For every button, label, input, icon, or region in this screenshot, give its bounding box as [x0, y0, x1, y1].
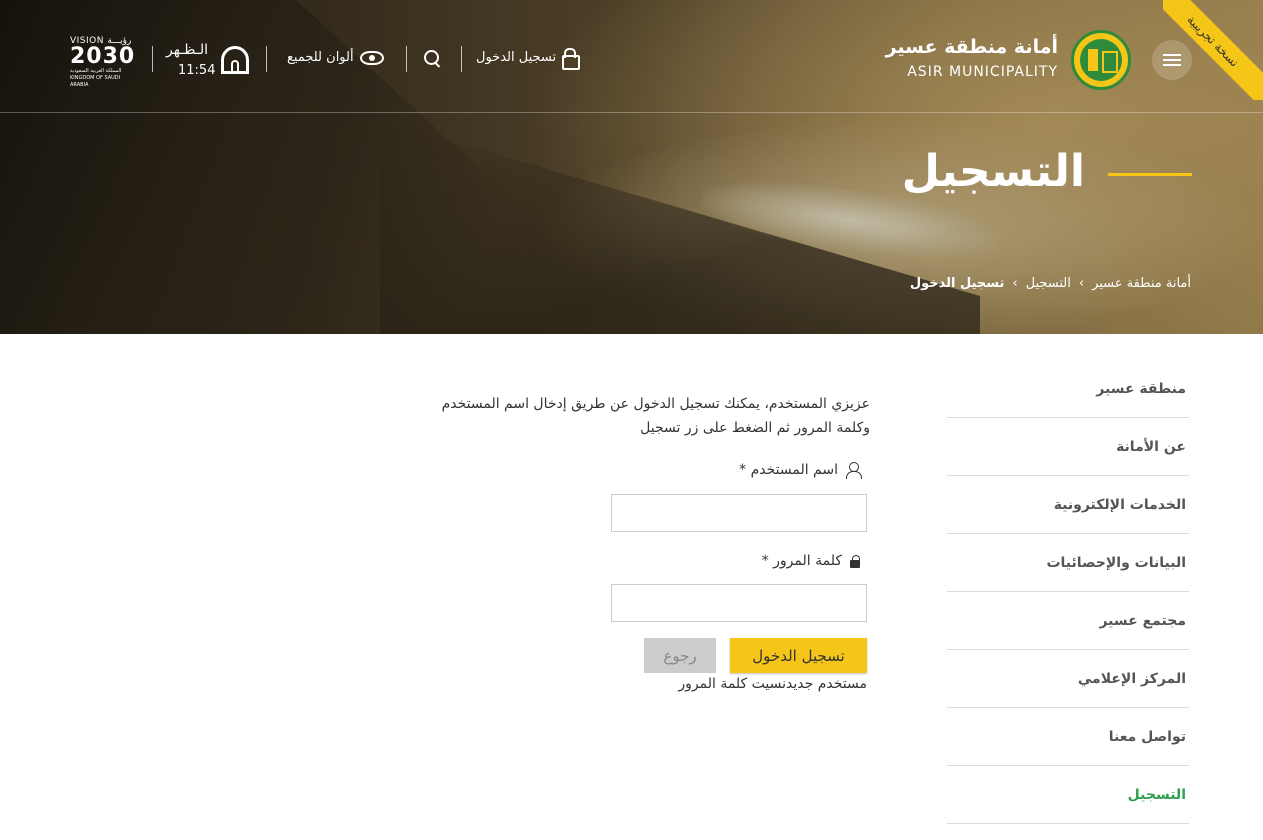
username-label-text: اسم المستخدم *: [739, 462, 838, 478]
header-login-link[interactable]: تسجيل الدخول: [476, 48, 581, 70]
vision-bottom-text: المملكة العربية السعودية KINGDOM OF SAUD…: [70, 68, 122, 88]
login-form: عزيزي المستخدم، يمكنك تسجيل الدخول عن طر…: [440, 392, 870, 692]
account-links[interactable]: مستخدم جديدنسيت كلمة المرور: [678, 676, 867, 692]
password-label-text: كلمة المرور *: [761, 553, 842, 569]
vision-2030-logo[interactable]: VISION رؤيـــة 2030 المملكة العربية السع…: [70, 36, 140, 89]
header-divider: [0, 112, 1263, 113]
sidebar-item-community[interactable]: مجتمع عسير: [947, 592, 1189, 650]
sidebar-nav: منطقة عسير عن الأمانة الخدمات الإلكتروني…: [947, 360, 1189, 824]
breadcrumb-separator: ›: [1078, 276, 1085, 291]
logo-arabic-name[interactable]: أمانة منطقة عسير: [886, 36, 1058, 58]
search-icon[interactable]: [424, 50, 442, 68]
password-label: كلمة المرور *: [762, 553, 860, 569]
hamburger-icon: [1163, 54, 1181, 66]
breadcrumb-register[interactable]: التسجيل: [1026, 276, 1071, 291]
sidebar-item-statistics[interactable]: البيانات والإحصائيات: [947, 534, 1189, 592]
breadcrumb-separator: ›: [1012, 276, 1018, 291]
accessibility-colors-link[interactable]: ألوان للجميع: [287, 50, 384, 65]
logo-english-name[interactable]: ASIR MUNICIPALITY: [907, 64, 1058, 80]
sidebar-item-contact[interactable]: تواصل معنا: [947, 708, 1189, 766]
lock-icon: [562, 48, 581, 70]
back-button[interactable]: رجوع: [644, 638, 716, 673]
lock-icon: [850, 554, 860, 568]
sidebar-item-eservices[interactable]: الخدمات الإلكترونية: [947, 476, 1189, 534]
sidebar-item-register[interactable]: التسجيل: [947, 766, 1189, 824]
password-input[interactable]: [611, 584, 867, 622]
header-separator: [266, 46, 267, 72]
login-intro-text: عزيزي المستخدم، يمكنك تسجيل الدخول عن طر…: [441, 396, 870, 436]
login-button[interactable]: تسجيل الدخول: [730, 638, 867, 673]
logo-emblem-inner: [1080, 39, 1122, 81]
prayer-time: 11:54: [178, 63, 216, 78]
header-login-label: تسجيل الدخول: [476, 49, 557, 65]
eye-icon: [359, 50, 384, 65]
prayer-name: الـظـهر: [166, 42, 209, 58]
sidebar-item-asir-region[interactable]: منطقة عسير: [947, 360, 1189, 418]
menu-button[interactable]: [1152, 40, 1192, 80]
sidebar-item-media-center[interactable]: المركز الإعلامي: [947, 650, 1189, 708]
username-input[interactable]: [611, 494, 867, 532]
username-label: اسم المستخدم *: [739, 462, 862, 479]
vision-year: 2030: [70, 44, 136, 69]
user-icon: [846, 462, 862, 479]
municipality-logo[interactable]: [1071, 30, 1131, 90]
header-separator: [406, 46, 407, 72]
page-title: التسجيل: [901, 146, 1085, 197]
header-separator: [152, 46, 153, 72]
sidebar-item-about[interactable]: عن الأمانة: [947, 418, 1189, 476]
colors-label: ألوان للجميع: [287, 50, 354, 65]
title-accent-bar: [1108, 173, 1192, 176]
header-separator: [461, 46, 462, 72]
breadcrumb-home[interactable]: أمانة منطقة عسير: [1092, 276, 1191, 291]
breadcrumb: أمانة منطقة عسير › التسجيل › تسجيل الدخو…: [910, 276, 1191, 291]
mosque-icon: [218, 42, 252, 76]
breadcrumb-current: تسجيل الدخول: [909, 276, 1005, 291]
